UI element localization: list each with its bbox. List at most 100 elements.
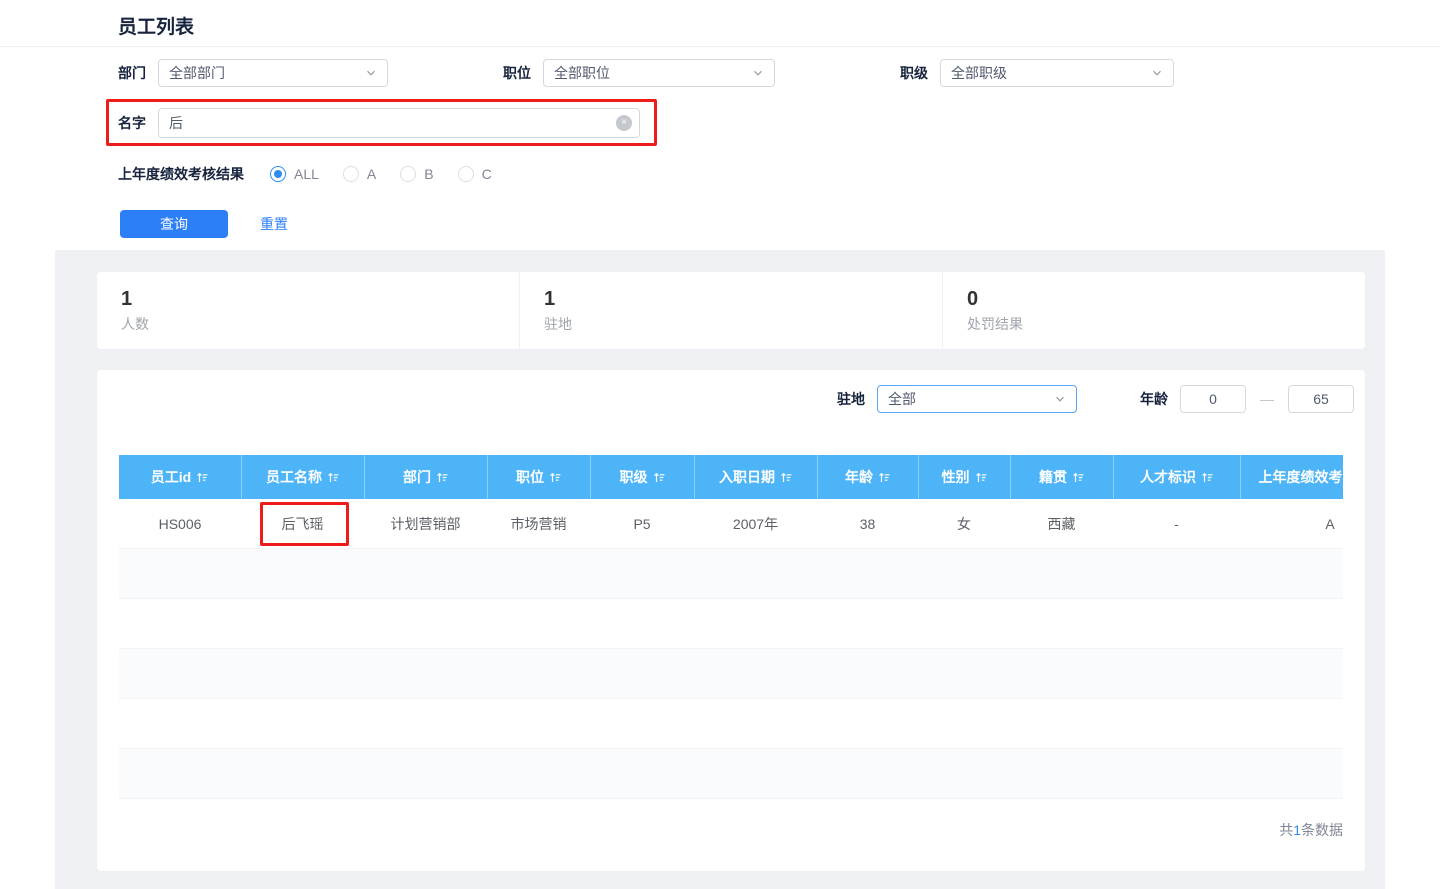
sort-icon <box>436 471 449 484</box>
table-cell: 西藏 <box>1010 514 1113 534</box>
position-select[interactable]: 全部职位 <box>543 59 775 87</box>
performance-radio-group: ALL A B C <box>256 166 492 182</box>
footer-prefix: 共 <box>1279 822 1293 838</box>
radio-circle <box>343 166 359 182</box>
performance-label: 上年度绩效考核结果 <box>118 164 244 184</box>
stats-card: 1 人数 1 驻地 0 处罚结果 <box>97 272 1365 349</box>
employee-list-page: 员工列表 部门 全部部门 职位 全部职位 职级 全部职级 名字 <box>0 0 1440 889</box>
radio-label: C <box>482 166 492 182</box>
table-controls: 驻地 全部 年龄 — <box>97 385 1365 413</box>
sort-icon <box>653 471 666 484</box>
radio-label: ALL <box>294 166 319 182</box>
table-footer: 共1条数据 <box>1279 820 1343 840</box>
radio-option-c[interactable]: C <box>458 166 492 182</box>
column-header-9[interactable]: 人才标识 <box>1113 455 1240 499</box>
column-header-6[interactable]: 年龄 <box>817 455 918 499</box>
column-header-7[interactable]: 性别 <box>918 455 1010 499</box>
age-label: 年龄 <box>1140 389 1168 409</box>
table-cell: 38 <box>817 516 918 532</box>
column-header-0[interactable]: 员工id <box>119 455 241 499</box>
stat-label: 人数 <box>121 314 519 334</box>
station-label: 驻地 <box>837 389 865 409</box>
table-cell: HS006 <box>119 516 241 532</box>
sort-icon <box>196 471 209 484</box>
station-select[interactable]: 全部 <box>877 385 1077 413</box>
level-select[interactable]: 全部职级 <box>940 59 1174 87</box>
name-label: 名字 <box>118 113 146 133</box>
radio-circle <box>270 166 286 182</box>
column-header-8[interactable]: 籍贯 <box>1010 455 1113 499</box>
radio-circle <box>400 166 416 182</box>
column-header-5[interactable]: 入职日期 <box>694 455 817 499</box>
table-header-row: 员工id 员工名称 部门 职位 职级 入职日期 年龄 性别 籍贯 人才标识 上年度绩效考核结果 <box>119 455 1343 499</box>
name-input[interactable] <box>158 108 640 138</box>
table-empty-row <box>119 649 1343 699</box>
table-cell: A <box>1240 516 1343 532</box>
sort-icon <box>975 471 988 484</box>
chevron-down-icon <box>1054 393 1066 405</box>
actions-row: 查询 重置 <box>120 210 288 238</box>
age-min-input[interactable] <box>1180 385 1246 413</box>
position-select-value: 全部职位 <box>554 63 610 83</box>
column-header-3[interactable]: 职位 <box>487 455 590 499</box>
column-header-label: 年龄 <box>845 467 873 487</box>
table-cell: 后飞瑶 <box>241 514 364 534</box>
department-select[interactable]: 全部部门 <box>158 59 388 87</box>
name-filter: 名字 × <box>118 109 640 137</box>
column-header-label: 人才标识 <box>1140 467 1196 487</box>
table-cell: 市场营销 <box>487 514 590 534</box>
search-button[interactable]: 查询 <box>120 210 228 238</box>
footer-suffix: 条数据 <box>1301 822 1343 838</box>
table-cell: 女 <box>918 514 1010 534</box>
table-row[interactable]: HS006后飞瑶计划营销部市场营销P52007年38女西藏-A <box>119 499 1343 549</box>
stat-label: 驻地 <box>544 314 942 334</box>
level-label: 职级 <box>900 63 928 83</box>
column-header-label: 性别 <box>942 467 970 487</box>
clear-input-icon[interactable]: × <box>616 115 632 131</box>
column-header-4[interactable]: 职级 <box>590 455 694 499</box>
column-header-2[interactable]: 部门 <box>364 455 487 499</box>
reset-link[interactable]: 重置 <box>260 214 288 234</box>
column-header-label: 员工名称 <box>266 467 322 487</box>
radio-option-all[interactable]: ALL <box>270 166 319 182</box>
radio-option-a[interactable]: A <box>343 166 376 182</box>
department-filter: 部门 全部部门 <box>118 59 388 87</box>
column-header-label: 入职日期 <box>719 467 775 487</box>
radio-circle <box>458 166 474 182</box>
content-panel: 1 人数 1 驻地 0 处罚结果 驻地 全部 <box>55 250 1385 889</box>
column-header-label: 部门 <box>403 467 431 487</box>
level-filter: 职级 全部职级 <box>900 59 1174 87</box>
department-label: 部门 <box>118 63 146 83</box>
station-select-value: 全部 <box>888 389 916 409</box>
stat-value: 0 <box>967 286 1365 312</box>
chevron-down-icon <box>752 67 764 79</box>
performance-filter: 上年度绩效考核结果 ALL A B C <box>118 160 492 188</box>
sort-icon <box>549 471 562 484</box>
stat-value: 1 <box>544 286 942 312</box>
age-max-input[interactable] <box>1288 385 1354 413</box>
radio-label: A <box>367 166 376 182</box>
column-header-1[interactable]: 员工名称 <box>241 455 364 499</box>
position-label: 职位 <box>503 63 531 83</box>
sort-icon <box>1201 471 1214 484</box>
table-cell: 计划营销部 <box>364 514 487 534</box>
radio-option-b[interactable]: B <box>400 166 433 182</box>
age-filter: 年龄 — <box>1140 385 1354 413</box>
stat-punishment: 0 处罚结果 <box>942 272 1365 349</box>
employee-table: 员工id 员工名称 部门 职位 职级 入职日期 年龄 性别 籍贯 人才标识 上年度绩效考核结果 HS… <box>119 455 1343 799</box>
sort-icon <box>878 471 891 484</box>
sort-icon <box>327 471 340 484</box>
table-cell: - <box>1113 516 1240 532</box>
column-header-10[interactable]: 上年度绩效考核结果 <box>1240 455 1343 499</box>
title-divider <box>0 46 1440 47</box>
column-header-label: 上年度绩效考核结果 <box>1259 467 1344 487</box>
page-title: 员工列表 <box>118 12 194 39</box>
table-empty-row <box>119 599 1343 649</box>
column-header-label: 员工id <box>151 467 191 487</box>
radio-label: B <box>424 166 433 182</box>
table-card: 驻地 全部 年龄 — 员工id员工名称部门职 <box>97 370 1365 871</box>
column-header-label: 籍贯 <box>1039 467 1067 487</box>
column-header-label: 职级 <box>620 467 648 487</box>
footer-count: 1 <box>1293 822 1301 838</box>
table-empty-row <box>119 699 1343 749</box>
